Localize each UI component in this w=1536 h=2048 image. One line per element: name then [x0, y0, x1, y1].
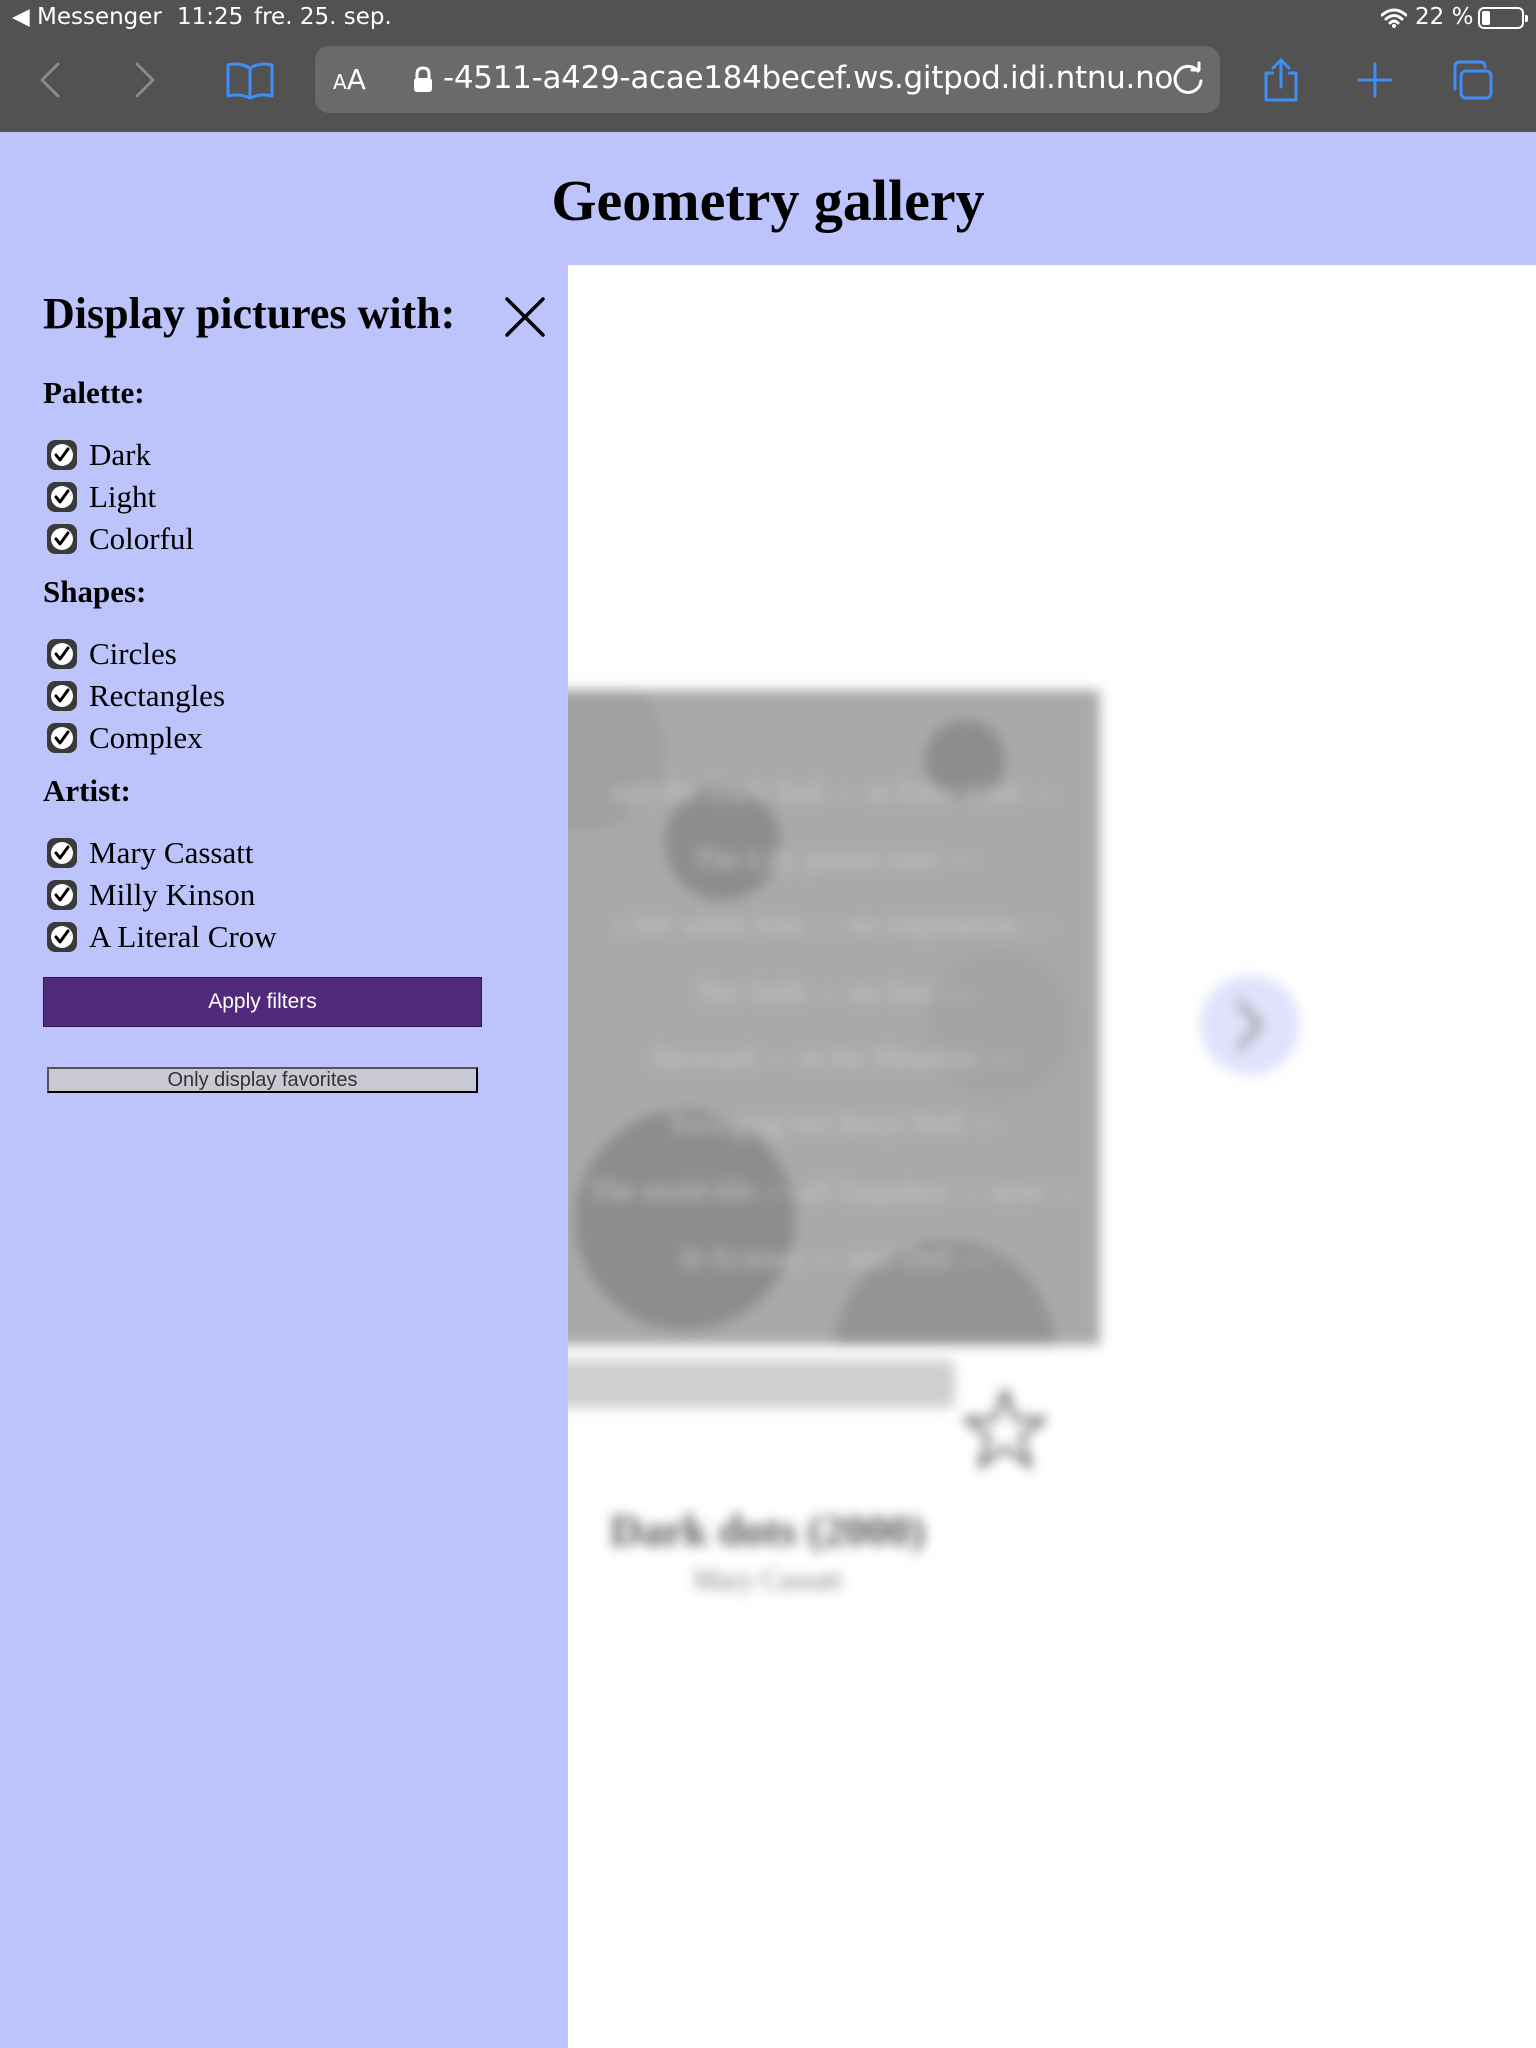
- poem-line: Her faith — no fear —: [697, 975, 973, 1008]
- filter-option-label: Mary Cassatt: [89, 835, 254, 870]
- checkbox-checked[interactable]: [47, 723, 77, 753]
- filter-option-label: Rectangles: [89, 678, 226, 713]
- reload-icon[interactable]: [1170, 61, 1206, 97]
- filter-option-label: Dark: [89, 437, 151, 472]
- filter-option-complex[interactable]: Complex: [47, 720, 203, 756]
- checkbox-checked[interactable]: [47, 922, 77, 952]
- checkbox-checked[interactable]: [47, 440, 77, 470]
- reader-view-button[interactable]: AA: [333, 63, 366, 96]
- filter-option-label: Light: [89, 479, 157, 514]
- checkbox-checked[interactable]: [47, 639, 77, 669]
- checkmark-icon: [51, 884, 73, 906]
- plus-icon: [1357, 62, 1393, 98]
- browser-chrome: ◀ Messenger 11:25 fre. 25. sep. 22 % AA …: [0, 0, 1536, 132]
- checkmark-icon: [51, 444, 73, 466]
- palette-heading: Palette:: [43, 375, 145, 410]
- poem-line: s her white foot — no trepidation —: [616, 908, 1054, 941]
- address-bar[interactable]: AA -4511-a429-acae184becef.ws.gitpod.idi…: [315, 46, 1220, 113]
- chevron-right-icon: [135, 62, 155, 98]
- next-artwork-button[interactable]: [1200, 975, 1300, 1075]
- filter-drawer: Display pictures with: Palette: Dark Lig…: [0, 265, 568, 2048]
- poem-line: ugh the Dark Sod — as Education —: [611, 775, 1059, 808]
- checkbox-checked[interactable]: [47, 482, 77, 512]
- checkmark-icon: [51, 685, 73, 707]
- share-icon: [1264, 58, 1298, 102]
- new-tab-button[interactable]: [1352, 50, 1398, 110]
- url-text[interactable]: -4511-a429-acae184becef.ws.gitpod.idi.nt…: [443, 60, 1173, 96]
- filter-option-mary-cassatt[interactable]: Mary Cassatt: [47, 835, 253, 871]
- close-icon: [505, 297, 545, 337]
- filter-option-label: Complex: [89, 720, 203, 755]
- checkbox-checked[interactable]: [47, 838, 77, 868]
- lock-icon: [410, 66, 436, 94]
- poem-line: fterward — in the Meadow —: [652, 1041, 1018, 1074]
- poem-line: Swinging her Beryl Bell —: [670, 1107, 1000, 1140]
- checkmark-icon: [51, 926, 73, 948]
- book-icon: [226, 62, 274, 100]
- back-to-app-link[interactable]: ◀ Messenger: [12, 4, 162, 30]
- page-header: Geometry gallery: [0, 132, 1536, 265]
- poem-line: The Lily passes sure —: [693, 842, 977, 875]
- share-button[interactable]: [1258, 50, 1304, 110]
- checkbox-checked[interactable]: [47, 681, 77, 711]
- status-bar: ◀ Messenger 11:25 fre. 25. sep. 22 %: [0, 0, 1536, 36]
- filter-option-label: Milly Kinson: [89, 877, 256, 912]
- forward-button[interactable]: [125, 50, 165, 110]
- filter-option-milly-kinson[interactable]: Milly Kinson: [47, 877, 255, 913]
- shapes-heading: Shapes:: [43, 574, 147, 609]
- artwork-image: ugh the Dark Sod — as Education — The Li…: [535, 690, 1100, 1345]
- battery-icon: [1478, 7, 1528, 29]
- filter-option-circles[interactable]: Circles: [47, 636, 177, 672]
- filter-drawer-title: Display pictures with:: [43, 289, 456, 338]
- wifi-icon: [1380, 8, 1408, 34]
- apply-filters-button[interactable]: Apply filters: [43, 977, 482, 1027]
- checkmark-icon: [51, 643, 73, 665]
- tabs-icon: [1453, 60, 1493, 100]
- close-filter-button[interactable]: [500, 292, 550, 342]
- artwork-title: Dark dots (2000): [609, 1506, 926, 1555]
- chevron-right-icon: [1237, 1000, 1263, 1050]
- checkmark-icon: [51, 842, 73, 864]
- chevron-left-icon: [40, 62, 60, 98]
- filter-option-label: Colorful: [89, 521, 195, 556]
- poem-line: The mold-life — all forgotten — now —: [589, 1174, 1081, 1207]
- page-title: Geometry gallery: [551, 168, 985, 233]
- checkbox-checked[interactable]: [47, 880, 77, 910]
- filter-option-colorful[interactable]: Colorful: [47, 521, 194, 557]
- checkmark-icon: [51, 528, 73, 550]
- status-time: 11:25: [177, 4, 244, 30]
- battery-percentage: 22 %: [1415, 4, 1474, 30]
- poem-line: In Ecstasy — and Dell —: [680, 1241, 990, 1274]
- checkmark-icon: [51, 486, 73, 508]
- artist-heading: Artist:: [43, 773, 131, 808]
- bookmarks-button[interactable]: [222, 50, 278, 110]
- tabs-button[interactable]: [1447, 50, 1497, 110]
- filter-option-rectangles[interactable]: Rectangles: [47, 678, 225, 714]
- only-favorites-button[interactable]: Only display favorites: [47, 1067, 478, 1093]
- back-button[interactable]: [30, 50, 70, 110]
- filter-option-label: A Literal Crow: [89, 919, 277, 954]
- checkbox-checked[interactable]: [47, 524, 77, 554]
- checkmark-icon: [51, 727, 73, 749]
- filter-option-label: Circles: [89, 636, 177, 671]
- favorite-star-icon[interactable]: [960, 1385, 1050, 1475]
- filter-option-light[interactable]: Light: [47, 479, 156, 515]
- status-date: fre. 25. sep.: [254, 4, 392, 30]
- filter-option-a-literal-crow[interactable]: A Literal Crow: [47, 919, 277, 955]
- audio-player[interactable]: [545, 1360, 955, 1408]
- artwork-artist: Mary Cassatt: [693, 1565, 842, 1596]
- filter-option-dark[interactable]: Dark: [47, 437, 151, 473]
